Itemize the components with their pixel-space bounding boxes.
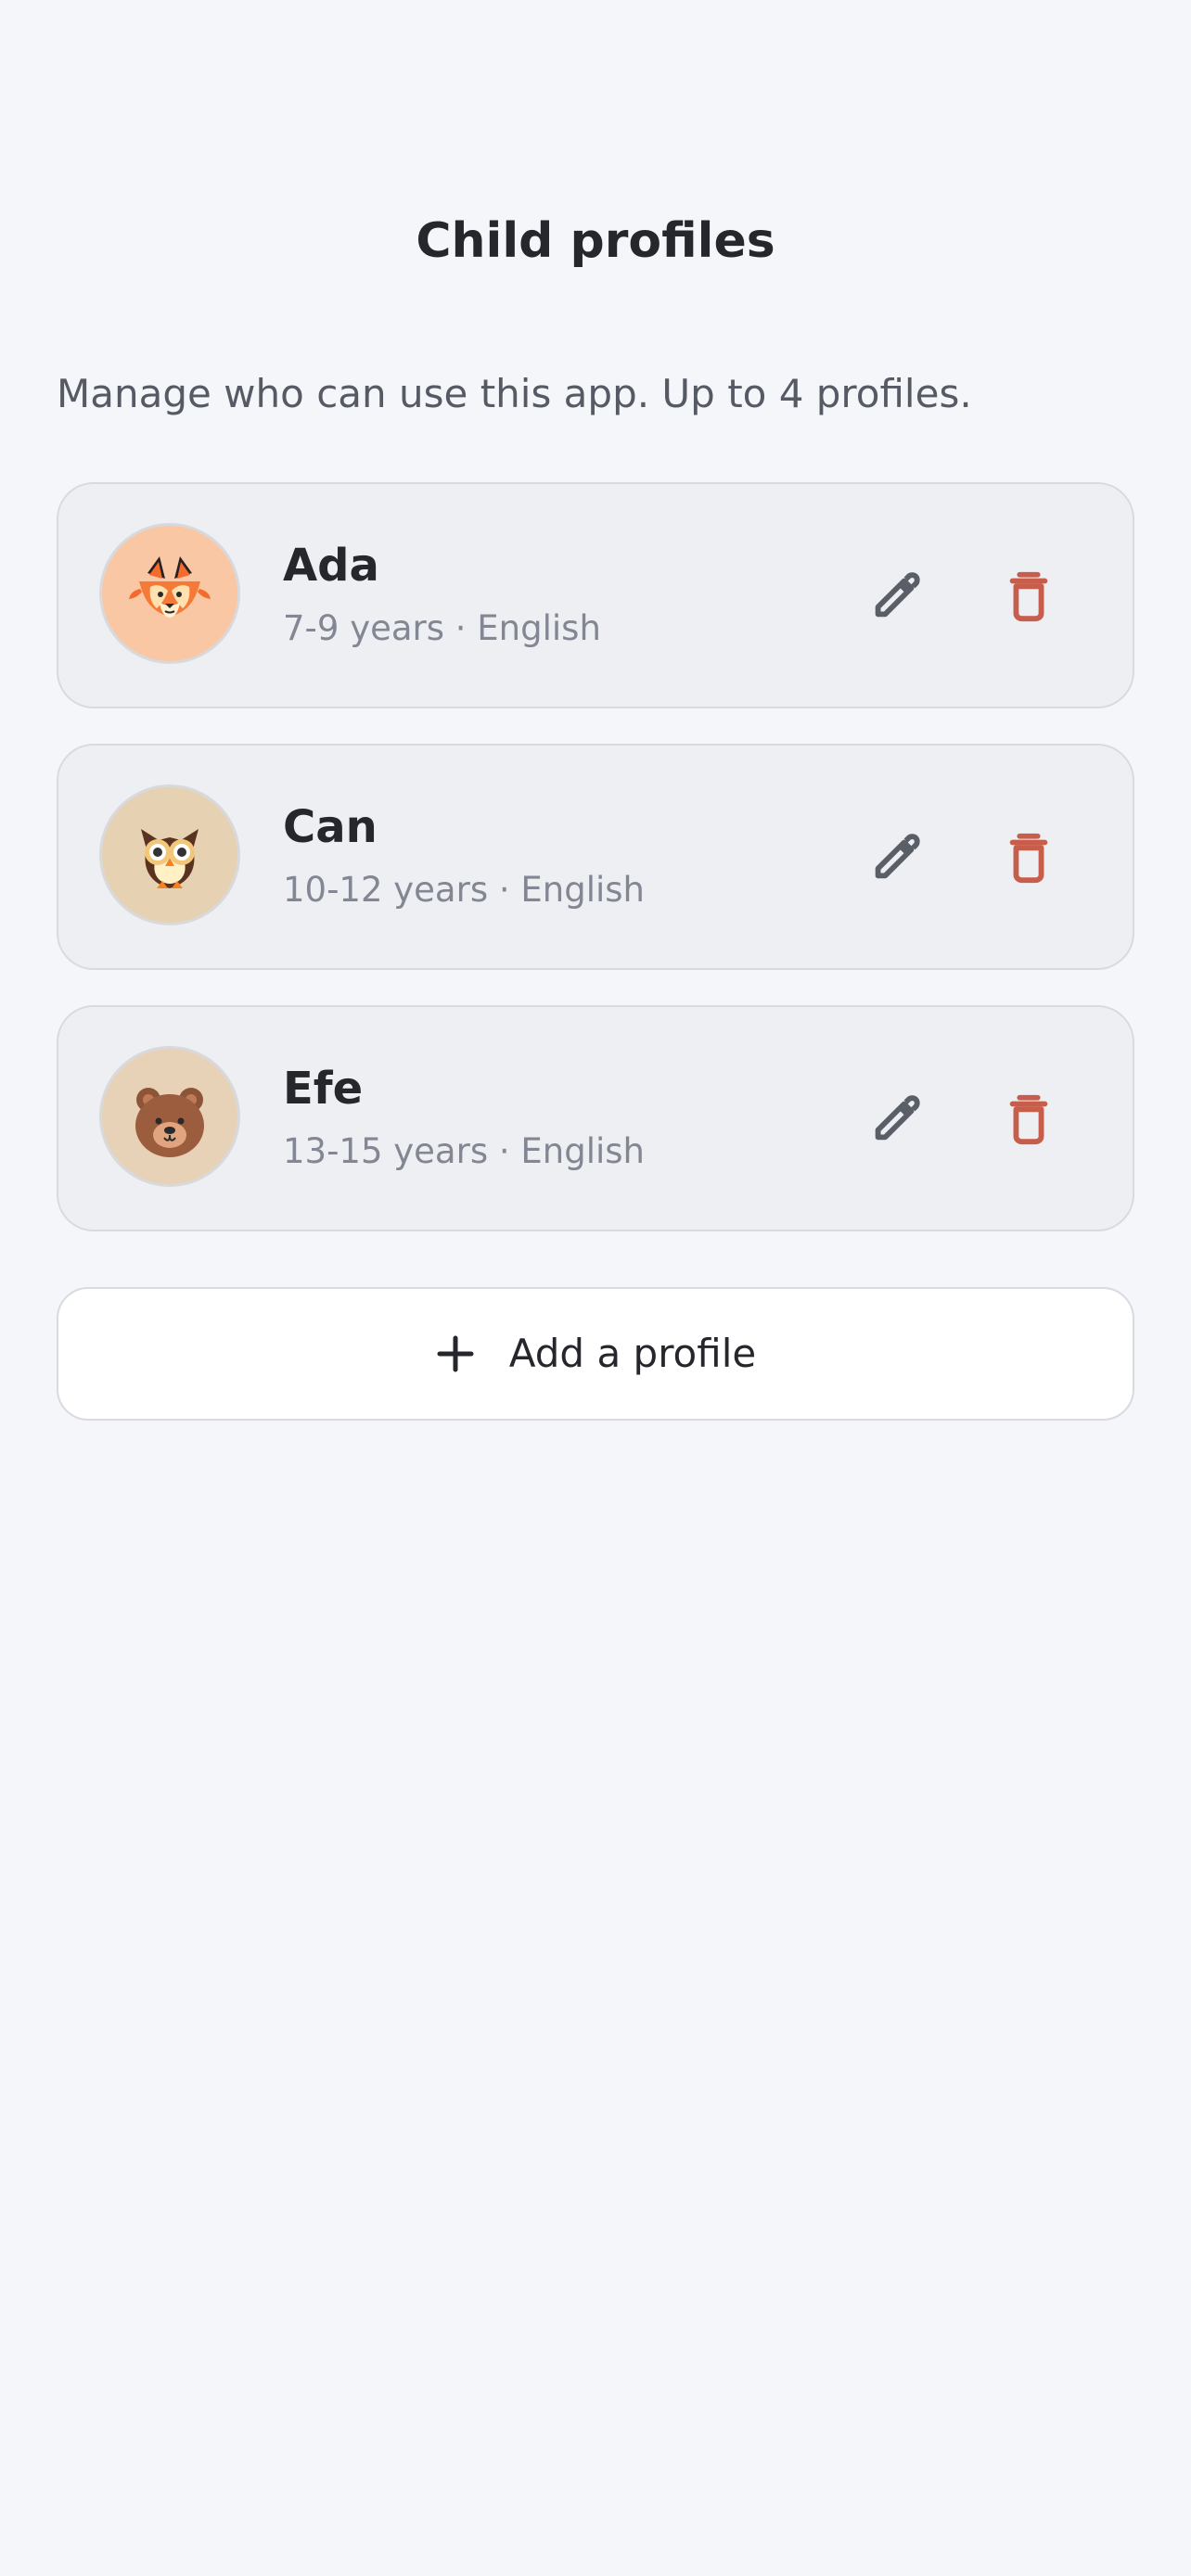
page-description: Manage who can use this app. Up to 4 pro…: [57, 371, 972, 416]
profile-name: Ada: [283, 540, 379, 592]
edit-profile-button[interactable]: [860, 822, 930, 892]
trash-icon: [1009, 571, 1048, 622]
pencil-icon: [875, 1095, 920, 1141]
profile-name: Can: [283, 801, 378, 853]
fox-icon: [129, 556, 211, 618]
pencil-icon: [875, 572, 920, 618]
pencil-icon: [875, 834, 920, 879]
profile-meta: 7-9 years · English: [283, 608, 601, 648]
delete-profile-button[interactable]: [993, 560, 1064, 631]
profile-card-can[interactable]: Can 10-12 years · English: [57, 744, 1134, 970]
plus-icon: [437, 1335, 474, 1372]
profile-meta: 13-15 years · English: [283, 1131, 645, 1171]
profile-card-ada[interactable]: Ada 7-9 years · English: [57, 482, 1134, 708]
edit-profile-button[interactable]: [860, 1083, 930, 1154]
trash-icon: [1009, 833, 1048, 884]
owl-icon: [141, 829, 198, 888]
profile-meta: 10-12 years · English: [283, 870, 645, 910]
add-profile-label: Add a profile: [508, 1331, 757, 1376]
profile-avatar-efe: [99, 1046, 240, 1187]
bear-icon: [135, 1088, 204, 1157]
profile-card-efe[interactable]: Efe 13-15 years · English: [57, 1005, 1134, 1231]
profile-name: Efe: [283, 1063, 364, 1115]
edit-profile-button[interactable]: [860, 560, 930, 631]
profile-avatar-can: [99, 784, 240, 925]
child-profiles-screen: Child profiles Manage who can use this a…: [0, 0, 1191, 2576]
add-profile-button[interactable]: Add a profile: [57, 1287, 1134, 1421]
trash-icon: [1009, 1094, 1048, 1145]
profile-list: Ada 7-9 years · English Can 10-12 years …: [57, 482, 1134, 1267]
delete-profile-button[interactable]: [993, 822, 1064, 892]
profile-avatar-ada: [99, 523, 240, 664]
page-title: Child profiles: [416, 213, 775, 269]
delete-profile-button[interactable]: [993, 1083, 1064, 1154]
